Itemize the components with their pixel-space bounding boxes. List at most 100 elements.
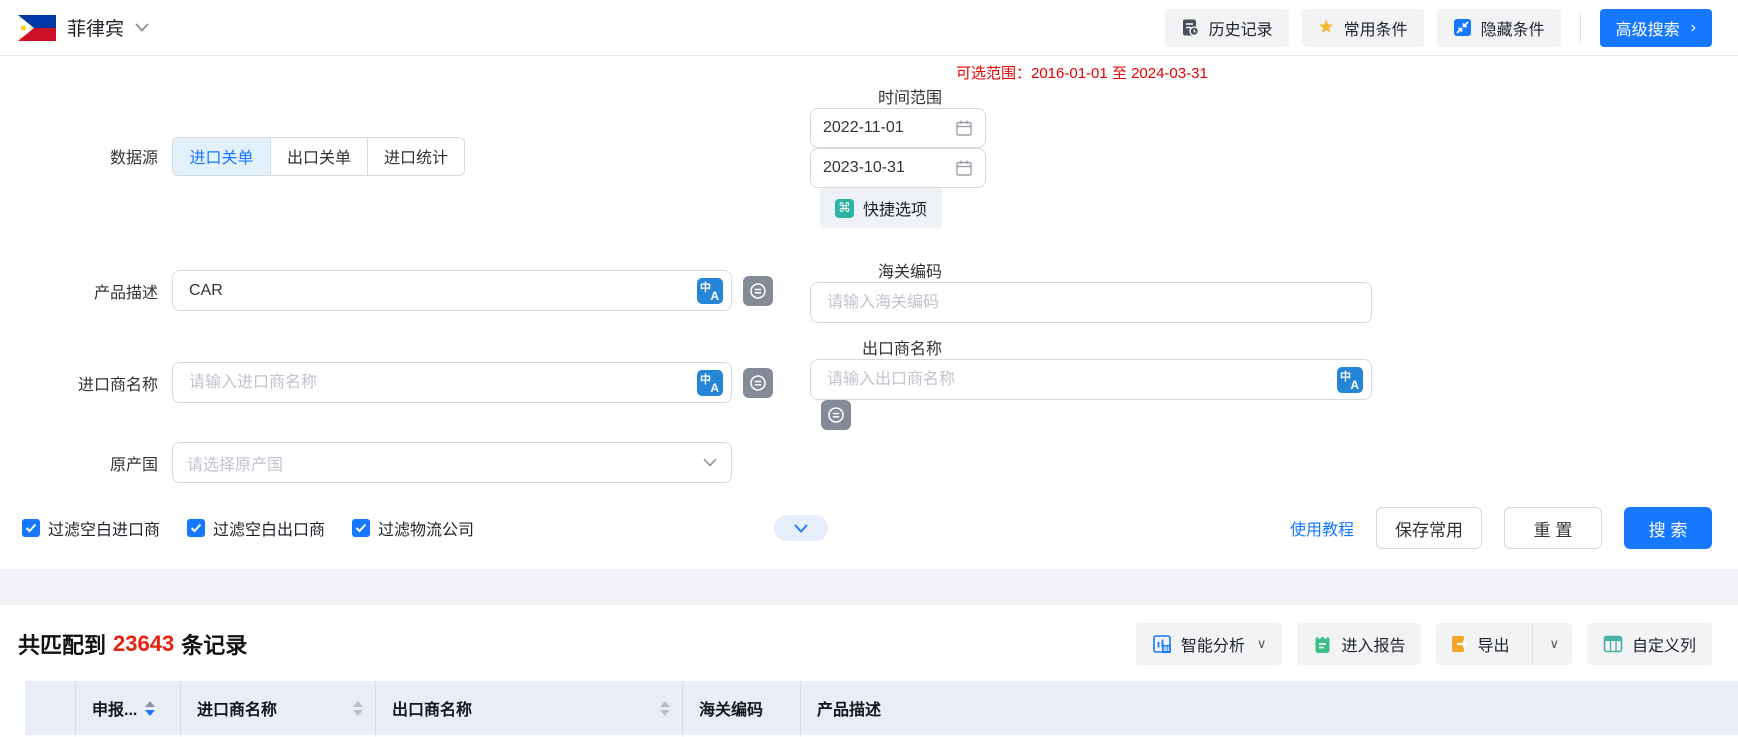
summary-suffix: 条记录 bbox=[181, 628, 247, 660]
hide-conditions-button[interactable]: 隐藏条件 bbox=[1437, 9, 1561, 47]
results-toolbar: BI 智能分析 ∨ 进入报告 bbox=[1136, 623, 1712, 665]
checkbox-label: 过滤空白进口商 bbox=[48, 516, 160, 540]
importer-label: 进口商名称 bbox=[0, 371, 172, 395]
country-label: 菲律宾 bbox=[67, 14, 124, 41]
filter-row-product-hs: 产品描述 中A 海关编码 bbox=[0, 258, 1738, 323]
smart-analysis-button[interactable]: BI 智能分析 ∨ bbox=[1136, 623, 1283, 665]
filter-row-importer-exporter: 进口商名称 中A 出口商名称 中A bbox=[0, 335, 1738, 430]
exporter-input[interactable] bbox=[825, 370, 1329, 390]
importer-field: 中A bbox=[172, 362, 732, 403]
collapse-icon bbox=[1453, 18, 1472, 37]
favorites-button[interactable]: ★ 常用条件 bbox=[1302, 9, 1424, 47]
origin-select[interactable]: 请选择原产国 bbox=[172, 442, 732, 483]
translate-icon[interactable]: 中A bbox=[697, 278, 723, 304]
search-button[interactable]: 搜 索 bbox=[1624, 507, 1712, 549]
checkbox-checked-icon bbox=[352, 519, 370, 537]
match-mode-button[interactable] bbox=[743, 368, 773, 398]
export-button[interactable]: 导出 bbox=[1436, 623, 1523, 665]
importer-input[interactable] bbox=[187, 373, 689, 393]
checkbox-filter-logistics[interactable]: 过滤物流公司 bbox=[352, 516, 474, 540]
filter-row-origin: 原产国 请选择原产国 bbox=[0, 442, 1738, 483]
enter-report-label: 进入报告 bbox=[1341, 632, 1405, 656]
star-icon: ★ bbox=[1318, 18, 1335, 37]
checkbox-label: 过滤空白出口商 bbox=[213, 516, 325, 540]
filter-checkboxes: 过滤空白进口商 过滤空白出口商 过滤物流公司 bbox=[22, 516, 474, 540]
translate-icon[interactable]: 中A bbox=[1337, 367, 1363, 393]
header-label: 进口商名称 bbox=[197, 696, 277, 720]
table-header-row: 申报... 进口商名称 出口商名称 海关编码 产品描述 bbox=[25, 681, 1738, 735]
product-desc-input[interactable] bbox=[187, 281, 689, 301]
checkbox-checked-icon bbox=[22, 519, 40, 537]
start-date-input[interactable]: 2022-11-01 bbox=[810, 108, 986, 148]
results-section: 共匹配到 23643 条记录 BI 智能分析 ∨ bbox=[0, 605, 1738, 737]
filter-buttons: 使用教程 保存常用 重 置 搜 索 bbox=[1290, 507, 1712, 549]
expand-filters-button[interactable] bbox=[774, 515, 828, 541]
hs-code-label: 海关编码 bbox=[810, 258, 956, 282]
command-icon: ⌘ bbox=[835, 199, 854, 218]
save-favorite-button[interactable]: 保存常用 bbox=[1376, 507, 1482, 549]
header-importer[interactable]: 进口商名称 bbox=[180, 681, 375, 735]
hs-code-input[interactable] bbox=[825, 293, 1357, 313]
enter-report-button[interactable]: 进入报告 bbox=[1297, 623, 1421, 665]
match-mode-button[interactable] bbox=[743, 276, 773, 306]
checkbox-filter-blank-exporter[interactable]: 过滤空白出口商 bbox=[187, 516, 325, 540]
header-declare-date[interactable]: 申报... bbox=[75, 681, 180, 735]
checkbox-label: 过滤物流公司 bbox=[378, 516, 474, 540]
time-range-label: 时间范围 bbox=[810, 84, 956, 108]
exporter-field: 中A bbox=[810, 359, 1372, 400]
header-exporter[interactable]: 出口商名称 bbox=[375, 681, 682, 735]
origin-placeholder: 请选择原产国 bbox=[187, 451, 283, 475]
top-actions: 历史记录 ★ 常用条件 隐藏条件 高级搜索 › bbox=[1165, 9, 1712, 47]
results-summary: 共匹配到 23643 条记录 bbox=[18, 628, 247, 660]
header-product-desc[interactable]: 产品描述 bbox=[800, 681, 1738, 735]
translate-icon[interactable]: 中A bbox=[697, 370, 723, 396]
tab-import-declarations[interactable]: 进口关单 bbox=[173, 138, 270, 175]
header-detail-column bbox=[25, 681, 75, 735]
match-mode-button[interactable] bbox=[821, 400, 851, 430]
divider bbox=[1580, 14, 1581, 42]
country-selector[interactable]: 菲律宾 bbox=[18, 14, 149, 41]
export-button-group: 导出 ∨ bbox=[1436, 623, 1572, 665]
header-label: 海关编码 bbox=[699, 696, 763, 720]
chevron-right-icon: › bbox=[1691, 19, 1696, 37]
exporter-label: 出口商名称 bbox=[810, 335, 956, 359]
results-header: 共匹配到 23643 条记录 BI 智能分析 ∨ bbox=[0, 605, 1738, 681]
quick-options-label: 快捷选项 bbox=[863, 196, 927, 220]
end-date-input[interactable]: 2023-10-31 bbox=[810, 148, 986, 188]
chevron-down-icon bbox=[794, 524, 808, 533]
advanced-search-button[interactable]: 高级搜索 › bbox=[1600, 9, 1712, 47]
export-label: 导出 bbox=[1477, 632, 1509, 656]
favorites-label: 常用条件 bbox=[1344, 16, 1408, 40]
custom-columns-button[interactable]: 自定义列 bbox=[1587, 623, 1712, 665]
sort-control[interactable] bbox=[145, 701, 155, 716]
trade-data-search-page: 菲律宾 历史记录 ★ 常用条件 bbox=[0, 0, 1738, 737]
chevron-down-icon bbox=[703, 458, 717, 467]
circled-equals-icon bbox=[827, 406, 845, 424]
tab-import-statistics[interactable]: 进口统计 bbox=[367, 138, 464, 175]
checkbox-filter-blank-importer[interactable]: 过滤空白进口商 bbox=[22, 516, 160, 540]
export-more-button[interactable]: ∨ bbox=[1532, 623, 1572, 665]
bi-analysis-icon: BI bbox=[1152, 634, 1172, 654]
checkbox-checked-icon bbox=[187, 519, 205, 537]
reset-button[interactable]: 重 置 bbox=[1504, 507, 1602, 549]
hide-conditions-label: 隐藏条件 bbox=[1481, 16, 1545, 40]
history-label: 历史记录 bbox=[1209, 16, 1273, 40]
results-table: 申报... 进口商名称 出口商名称 海关编码 产品描述 bbox=[25, 681, 1738, 737]
history-icon bbox=[1181, 18, 1200, 37]
philippines-flag-icon bbox=[18, 15, 56, 41]
tutorial-link[interactable]: 使用教程 bbox=[1290, 516, 1354, 540]
header-label: 出口商名称 bbox=[392, 696, 472, 720]
quick-options-button[interactable]: ⌘ 快捷选项 bbox=[820, 188, 942, 228]
sort-control[interactable] bbox=[660, 701, 670, 716]
header-label: 申报... bbox=[92, 696, 137, 720]
header-hs-code[interactable]: 海关编码 bbox=[682, 681, 800, 735]
advanced-search-label: 高级搜索 bbox=[1616, 16, 1680, 40]
history-button[interactable]: 历史记录 bbox=[1165, 9, 1289, 47]
summary-prefix: 共匹配到 bbox=[18, 628, 106, 660]
sort-control[interactable] bbox=[353, 701, 363, 716]
hs-code-field bbox=[810, 282, 1372, 323]
start-date-value: 2022-11-01 bbox=[823, 119, 904, 137]
results-count: 23643 bbox=[113, 631, 174, 657]
smart-analysis-label: 智能分析 bbox=[1181, 632, 1245, 656]
tab-export-declarations[interactable]: 出口关单 bbox=[270, 138, 367, 175]
